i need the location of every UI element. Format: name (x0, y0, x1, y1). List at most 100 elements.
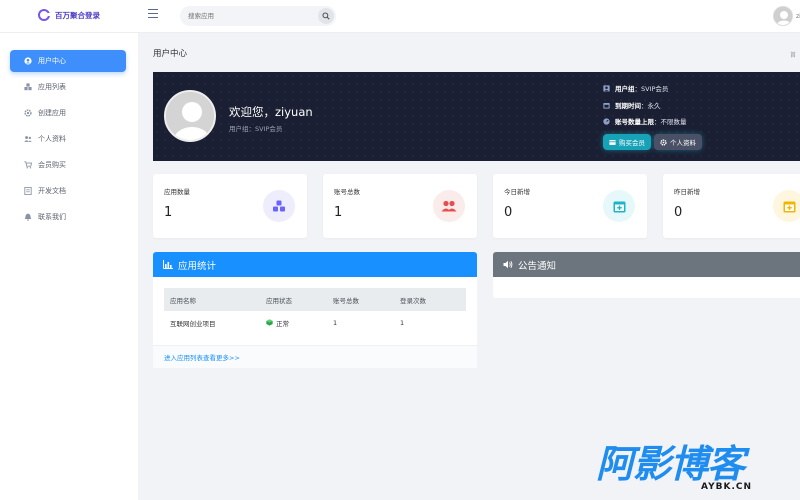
info-account-limit: 账号数量上限：不限数量 (603, 116, 687, 126)
user-hero-banner: 欢迎您，ziyuan 用户组：SVIP会员 用户组：SVIP会员 到期时间：永久… (153, 72, 800, 161)
info-label: 到期时间 (615, 102, 641, 110)
stat-label: 昨日新增 (674, 188, 700, 196)
app-stats-panel: 应用统计 应用名称 应用状态 账号总数 登录次数 互联网创业项目 正常 1 1 … (153, 252, 477, 368)
calendar-plus-icon (603, 190, 635, 222)
app-name-cell: 互联网创业项目 (170, 320, 216, 328)
sidebar-item-contact[interactable]: 联系我们 (10, 206, 126, 228)
stat-value: 0 (674, 205, 683, 220)
user-icon (603, 84, 610, 92)
account-count-cell: 1 (333, 319, 338, 327)
volume-icon (503, 260, 513, 269)
search-icon (322, 12, 330, 20)
panel-title: 应用统计 (178, 260, 217, 272)
vip-card-icon (609, 139, 616, 145)
avatar-placeholder-icon (166, 92, 214, 140)
sidebar: 用户中心 应用列表 创建应用 个人资料 会员购买 开发文档 联系我们 (0, 33, 138, 500)
sidebar-item-label: 应用列表 (38, 83, 66, 91)
view-more-link[interactable]: 进入应用列表查看更多>> (153, 345, 477, 368)
panel-title: 公告通知 (518, 260, 557, 272)
search-button[interactable] (318, 8, 334, 24)
profile-button[interactable]: 个人资料 (654, 134, 702, 150)
app-status-cell: 正常 (266, 318, 333, 329)
info-label: 用户组 (615, 85, 635, 93)
cart-icon (24, 161, 32, 169)
panel-header: 公告通知 (493, 252, 800, 277)
document-icon (24, 187, 32, 195)
check-box-icon (266, 319, 273, 326)
login-count-cell: 1 (400, 319, 405, 327)
stat-card-app-count: 应用数量 1 (153, 174, 307, 238)
top-bar: 百万聚合登录 zi (0, 0, 800, 33)
gear-icon (660, 138, 667, 146)
info-expire-time: 到期时间：永久 (603, 100, 661, 110)
stat-card-yesterday-new: 昨日新增 0 (663, 174, 800, 238)
sidebar-item-label: 个人资料 (38, 135, 66, 143)
buy-vip-button[interactable]: 购买会员 (603, 134, 651, 150)
info-value: 永久 (647, 102, 661, 110)
users-icon (24, 135, 32, 143)
info-user-group: 用户组：SVIP会员 (603, 83, 668, 93)
app-name: 百万聚合登录 (55, 10, 100, 20)
table-header: 应用名称 应用状态 账号总数 登录次数 (164, 288, 466, 311)
watermark: 阿影博客 AYBK.CN (596, 442, 751, 492)
column-header: 账号总数 (333, 296, 359, 305)
sidebar-item-vip-purchase[interactable]: 会员购买 (10, 154, 126, 176)
breadcrumb[interactable]: 首 (790, 50, 796, 59)
users-icon (433, 190, 465, 222)
logo-icon (38, 9, 51, 21)
sidebar-item-label: 创建应用 (38, 109, 66, 117)
profile-label: 个人资料 (670, 139, 696, 147)
user-group-text: 用户组：SVIP会员 (229, 125, 283, 133)
info-value: 不限数量 (660, 118, 687, 126)
search-box (180, 6, 336, 26)
watermark-sub: AYBK.CN (701, 482, 753, 492)
sidebar-item-app-list[interactable]: 应用列表 (10, 76, 126, 98)
watermark-title: 阿影博客 (596, 442, 745, 486)
page-title: 用户中心 (153, 49, 188, 59)
stat-value: 1 (164, 205, 173, 220)
notice-panel: 公告通知 (493, 252, 800, 298)
status-text: 正常 (276, 319, 289, 328)
user-circle-icon (24, 57, 32, 65)
sidebar-item-create-app[interactable]: 创建应用 (10, 102, 126, 124)
profile-avatar (164, 90, 216, 142)
stat-value: 0 (504, 205, 513, 220)
bell-icon (24, 213, 32, 221)
panel-header: 应用统计 (153, 252, 477, 277)
column-header: 登录次数 (400, 296, 426, 305)
sidebar-item-label: 联系我们 (38, 213, 66, 221)
buy-vip-label: 购买会员 (619, 139, 645, 147)
app-logo[interactable]: 百万聚合登录 (38, 9, 100, 21)
calendar-icon (603, 102, 610, 109)
search-input[interactable] (188, 6, 308, 26)
gear-icon (24, 109, 32, 117)
sidebar-item-profile[interactable]: 个人资料 (10, 128, 126, 150)
stat-label: 今日新增 (504, 188, 530, 196)
column-header: 应用状态 (266, 296, 292, 305)
stat-card-today-new: 今日新增 0 (493, 174, 647, 238)
cubes-icon (24, 83, 32, 91)
column-header: 应用名称 (170, 296, 196, 305)
sidebar-item-label: 会员购买 (38, 161, 66, 169)
app-stats-table: 应用名称 应用状态 账号总数 登录次数 互联网创业项目 正常 1 1 (164, 288, 466, 335)
sidebar-item-dev-docs[interactable]: 开发文档 (10, 180, 126, 202)
info-value: SVIP会员 (641, 85, 669, 93)
calendar-plus-icon (773, 190, 800, 222)
gauge-icon (603, 117, 610, 125)
table-row[interactable]: 互联网创业项目 正常 1 1 (164, 311, 466, 335)
avatar-placeholder-icon (774, 7, 792, 25)
user-avatar[interactable] (773, 6, 793, 26)
info-label: 账号数量上限 (615, 118, 654, 126)
stat-card-account-total: 账号总数 1 (323, 174, 477, 238)
welcome-text: 欢迎您，ziyuan (229, 105, 313, 119)
cubes-icon (263, 190, 295, 222)
user-name-truncated[interactable]: zi (796, 13, 800, 20)
stat-label: 账号总数 (334, 188, 360, 196)
stat-value: 1 (334, 205, 343, 220)
sidebar-item-label: 用户中心 (38, 57, 66, 65)
sidebar-item-label: 开发文档 (38, 187, 66, 195)
sidebar-item-user-center[interactable]: 用户中心 (10, 50, 126, 72)
bar-chart-icon (163, 260, 173, 269)
menu-toggle-icon[interactable] (148, 9, 158, 18)
stat-label: 应用数量 (164, 188, 190, 196)
